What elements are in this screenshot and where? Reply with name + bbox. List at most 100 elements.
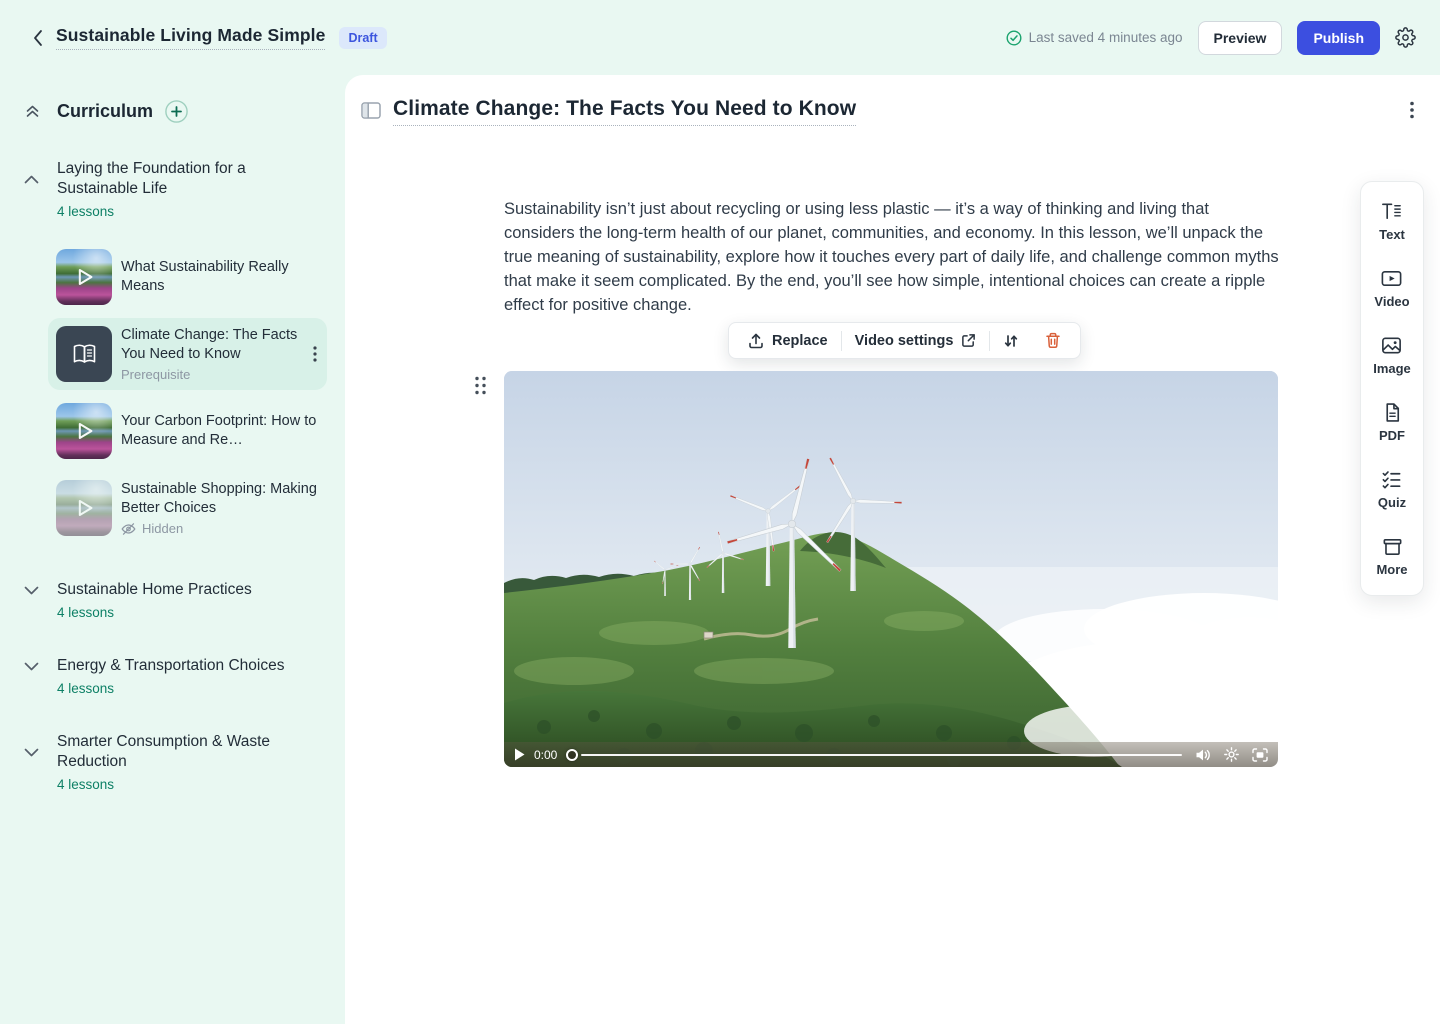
fullscreen-button[interactable]	[1252, 748, 1268, 762]
section-header[interactable]: Energy & Transportation Choices	[0, 656, 345, 676]
image-block-icon	[1380, 334, 1403, 357]
section-title: Smarter Consumption & Waste Reduction	[57, 732, 295, 772]
last-saved-text: Last saved 4 minutes ago	[1029, 30, 1183, 45]
fullscreen-icon	[1252, 748, 1268, 762]
lesson-item-selected[interactable]: Climate Change: The Facts You Need to Kn…	[48, 318, 327, 390]
lesson-item[interactable]: Your Carbon Footprint: How to Measure an…	[48, 395, 327, 467]
curriculum-section: Smarter Consumption & Waste Reduction 4 …	[0, 732, 345, 792]
add-section-button[interactable]	[165, 100, 188, 123]
toggle-sidebar-button[interactable]	[361, 102, 381, 119]
lesson-intro-paragraph[interactable]: Sustainability isn’t just about recyclin…	[504, 197, 1282, 317]
lesson-info: What Sustainability Really Means	[121, 258, 319, 296]
lesson-meta: Prerequisite	[121, 367, 302, 382]
lesson-title: Your Carbon Footprint: How to Measure an…	[121, 412, 319, 450]
add-quiz-block-button[interactable]: Quiz	[1378, 468, 1406, 510]
palette-label: Text	[1379, 227, 1405, 242]
quiz-block-icon	[1380, 468, 1403, 491]
palette-label: Quiz	[1378, 495, 1406, 510]
progress-track[interactable]	[581, 754, 1182, 756]
preview-button[interactable]: Preview	[1198, 21, 1283, 55]
add-text-block-button[interactable]: Text	[1379, 200, 1405, 242]
curriculum-section: Energy & Transportation Choices 4 lesson…	[0, 656, 345, 696]
hidden-label: Hidden	[142, 521, 183, 536]
section-lesson-count: 4 lessons	[57, 204, 345, 219]
plus-circle-icon	[165, 100, 188, 123]
more-blocks-button[interactable]: More	[1376, 535, 1407, 577]
chevron-down-icon[interactable]	[24, 662, 40, 671]
section-header[interactable]: Sustainable Home Practices	[0, 580, 345, 600]
section-header[interactable]: Smarter Consumption & Waste Reduction	[0, 732, 345, 772]
palette-label: PDF	[1379, 428, 1405, 443]
block-palette: Text Video Image PDF Quiz More	[1360, 181, 1424, 596]
pdf-block-icon	[1381, 401, 1404, 424]
delete-block-button[interactable]	[1032, 323, 1074, 358]
course-editor: Sustainable Living Made Simple Draft Las…	[0, 0, 1440, 1024]
back-button[interactable]	[24, 24, 52, 52]
move-block-button[interactable]	[990, 323, 1032, 358]
more-blocks-icon	[1381, 535, 1404, 558]
collapse-all-button[interactable]	[24, 103, 41, 120]
lesson-title: What Sustainability Really Means	[121, 258, 319, 296]
palette-label: Video	[1374, 294, 1409, 309]
check-circle-icon	[1006, 30, 1022, 46]
player-settings-button[interactable]	[1224, 747, 1239, 762]
video-thumbnail	[56, 249, 112, 305]
lesson-page-title[interactable]: Climate Change: The Facts You Need to Kn…	[393, 97, 856, 126]
topbar-actions: Last saved 4 minutes ago Preview Publish	[1006, 21, 1416, 55]
palette-label: Image	[1373, 361, 1411, 376]
video-frame-wind-farm	[504, 371, 1278, 767]
palette-label: More	[1376, 562, 1407, 577]
curriculum-sidebar: Curriculum Laying the Foundation for a S…	[0, 75, 345, 1024]
replace-label: Replace	[772, 333, 828, 349]
video-controls-right	[1195, 747, 1268, 762]
add-image-block-button[interactable]: Image	[1373, 334, 1411, 376]
kebab-menu-icon	[1410, 101, 1414, 119]
reading-lesson-tile	[56, 326, 112, 382]
open-book-icon	[71, 342, 98, 366]
video-block-toolbar: Replace Video settings	[728, 322, 1081, 359]
lesson-item[interactable]: What Sustainability Really Means	[48, 241, 327, 313]
lesson-editor-panel: Climate Change: The Facts You Need to Kn…	[345, 75, 1440, 1024]
player-settings-icon	[1224, 747, 1239, 762]
section-title: Laying the Foundation for a Sustainable …	[57, 159, 295, 199]
sort-arrows-icon	[1003, 333, 1019, 349]
gear-icon	[1395, 27, 1416, 48]
play-button[interactable]	[514, 748, 525, 761]
play-icon	[71, 495, 97, 521]
video-settings-button[interactable]: Video settings	[842, 323, 990, 358]
section-title: Energy & Transportation Choices	[57, 656, 284, 676]
volume-button[interactable]	[1195, 748, 1211, 762]
section-header[interactable]: Laying the Foundation for a Sustainable …	[0, 159, 345, 199]
play-icon	[71, 264, 97, 290]
lesson-meta: Hidden	[121, 521, 319, 536]
lesson-menu-button[interactable]	[311, 344, 319, 364]
settings-button[interactable]	[1395, 27, 1416, 48]
section-lesson-count: 4 lessons	[57, 777, 345, 792]
video-settings-label: Video settings	[855, 333, 954, 349]
publish-button[interactable]: Publish	[1297, 21, 1380, 55]
video-player[interactable]: 0:00	[504, 371, 1278, 767]
kebab-menu-icon	[313, 346, 317, 362]
lesson-options-button[interactable]	[1410, 101, 1414, 119]
video-block-icon	[1380, 267, 1403, 290]
trash-icon	[1045, 332, 1061, 349]
add-pdf-block-button[interactable]: PDF	[1379, 401, 1405, 443]
external-link-icon	[961, 333, 976, 348]
double-chevron-up-icon	[24, 103, 41, 120]
lesson-title: Sustainable Shopping: Making Better Choi…	[121, 480, 319, 518]
block-drag-handle[interactable]	[473, 375, 488, 396]
course-title[interactable]: Sustainable Living Made Simple	[56, 25, 325, 50]
chevron-left-icon	[33, 29, 43, 47]
scrubber-handle[interactable]	[566, 749, 578, 761]
upload-icon	[748, 333, 764, 349]
add-video-block-button[interactable]: Video	[1374, 267, 1409, 309]
replace-button[interactable]: Replace	[735, 323, 841, 358]
lesson-item-hidden[interactable]: Sustainable Shopping: Making Better Choi…	[48, 472, 327, 544]
curriculum-section: Laying the Foundation for a Sustainable …	[0, 159, 345, 544]
chevron-down-icon[interactable]	[24, 586, 40, 595]
play-icon	[514, 748, 525, 761]
video-controls-bar: 0:00	[504, 742, 1278, 767]
chevron-up-icon[interactable]	[24, 175, 40, 184]
chevron-down-icon[interactable]	[24, 748, 40, 757]
section-lesson-count: 4 lessons	[57, 605, 345, 620]
